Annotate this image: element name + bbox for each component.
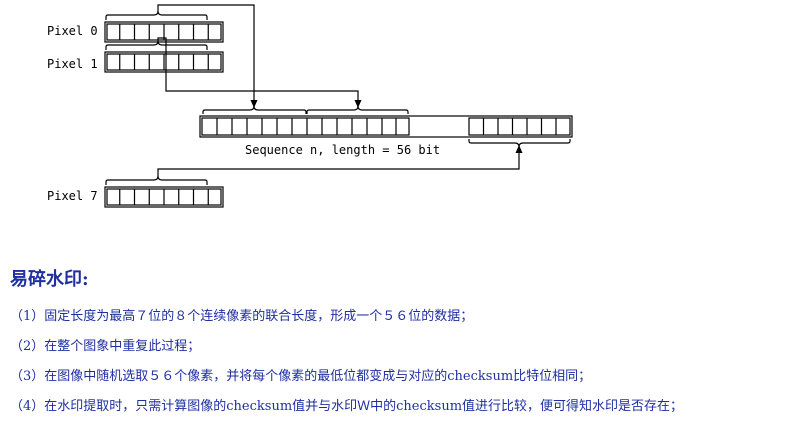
pixel7-msb-brace (105, 175, 208, 185)
pixel7-byte (104, 186, 224, 208)
arrow-to-sequence-2 (354, 100, 362, 108)
arrow-to-sequence-1 (250, 100, 258, 108)
pixel0-label: Pixel 0 (47, 24, 98, 38)
notes-item-3: （3）在图像中随机选取５６个像素，并将每个像素的最低位都变成与对应的checks… (10, 369, 592, 384)
pixel1-label: Pixel 1 (47, 57, 98, 71)
sequence-brace-1 (202, 105, 307, 114)
sequence-brace-3 (468, 139, 571, 148)
pixel7-label: Pixel 7 (47, 189, 98, 203)
pixel0-byte (104, 21, 224, 43)
sequence-register (199, 115, 573, 138)
arrow-to-sequence-3 (515, 145, 523, 153)
notes-heading: 易碎水印: (10, 269, 89, 290)
fragile-watermark-notes: 易碎水印: （1）固定长度为最高７位的８个连续像素的联合长度，形成一个５６位的数… (10, 268, 790, 422)
notes-item-4: （4）在水印提取时，只需计算图像的checksum值并与水印Ｗ中的checksu… (10, 399, 684, 414)
notes-item-1: （1）固定长度为最高７位的８个连续像素的联合长度，形成一个５６位的数据； (10, 309, 474, 324)
pixel-sequence-diagram: Pixel 0 Pixel 1 Pixel 7 Sequence n, leng… (47, 4, 573, 208)
pixel0-msb-brace (105, 10, 208, 20)
sequence-brace-2 (306, 105, 409, 114)
sequence-label: Sequence n, length = 56 bit (245, 143, 440, 157)
notes-item-2: （2）在整个图象中重复此过程； (10, 339, 201, 354)
pixel1-byte (104, 51, 224, 73)
